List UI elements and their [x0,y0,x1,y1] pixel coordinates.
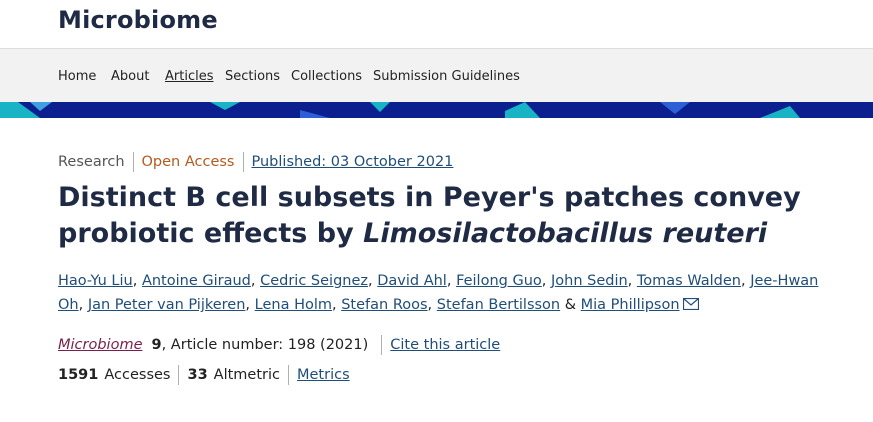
banner-background [0,102,873,118]
author-link[interactable]: Antoine Giraud [142,273,251,289]
metrics-row: 1591 Accesses 33 Altmetric Metrics [58,364,350,386]
author-link[interactable]: Jan Peter van Pijkeren [88,297,246,313]
author-link[interactable]: Lena Holm [255,297,332,313]
author-separator: , [446,273,457,289]
nav-item-collections[interactable]: Collections [291,69,362,84]
article-number: , Article number: 198 (2021) [161,337,369,353]
decorative-banner [0,102,873,118]
meta-divider [132,152,134,172]
author-separator: , [541,273,551,289]
author-link[interactable]: Feilong Guo [456,273,542,289]
article-type-label: Research [58,154,125,170]
author-link[interactable]: David Ahl [377,273,447,289]
author-joiner: & [560,297,581,313]
article-page: Microbiome Home About Articles Sections … [0,0,873,422]
author-link[interactable]: John Sedin [551,273,628,289]
article-meta: Research Open Access Published: 03 Octob… [58,152,453,172]
journal-header: Microbiome [0,0,873,49]
author-separator: , [368,273,378,289]
author-separator: , [78,297,88,313]
author-separator: , [627,273,637,289]
citation-row: Microbiome 9 , Article number: 198 (2021… [58,334,500,356]
nav-item-sections[interactable]: Sections [225,69,280,84]
main-nav: Home About Articles Sections Collections… [0,49,873,102]
accesses-label: Accesses [104,367,171,383]
volume-number: 9 [151,337,162,353]
altmetric-label: Altmetric [213,367,280,383]
metrics-divider [288,365,289,385]
citation-divider [381,335,383,355]
author-separator: , [245,297,255,313]
article-title-species: Limosilactobacillus reuteri [363,218,768,249]
article-title: Distinct B cell subsets in Peyer's patch… [58,180,848,252]
author-link[interactable]: Hao-Yu Liu [58,273,133,289]
author-link[interactable]: Stefan Bertilsson [437,297,560,313]
envelope-icon[interactable] [682,298,699,310]
journal-title-link[interactable]: Microbiome [58,6,218,34]
metrics-divider [178,365,180,385]
altmetric-count: 33 [187,367,208,383]
accesses-count: 1591 [58,367,99,383]
author-separator: , [427,297,437,313]
author-separator: , [740,273,751,289]
author-link[interactable]: Mia Phillipson [581,297,680,313]
author-separator: , [332,297,342,313]
journal-link[interactable]: Microbiome [58,337,143,353]
author-list: Hao-Yu Liu, Antoine Giraud, Cedric Seign… [58,269,828,317]
cite-this-article-link[interactable]: Cite this article [390,337,500,353]
nav-item-home[interactable]: Home [58,69,96,84]
open-access-label: Open Access [141,154,235,170]
author-separator: , [250,273,261,289]
metrics-link[interactable]: Metrics [297,367,350,383]
nav-item-submission-guidelines[interactable]: Submission Guidelines [373,69,520,84]
nav-item-about[interactable]: About [111,69,149,84]
author-link[interactable]: Stefan Roos [341,297,427,313]
author-link[interactable]: Cedric Seignez [260,273,368,289]
meta-divider [242,152,244,172]
author-link[interactable]: Tomas Walden [637,273,741,289]
author-separator: , [132,273,142,289]
nav-item-articles[interactable]: Articles [165,69,213,84]
published-date-link[interactable]: Published: 03 October 2021 [252,154,454,170]
